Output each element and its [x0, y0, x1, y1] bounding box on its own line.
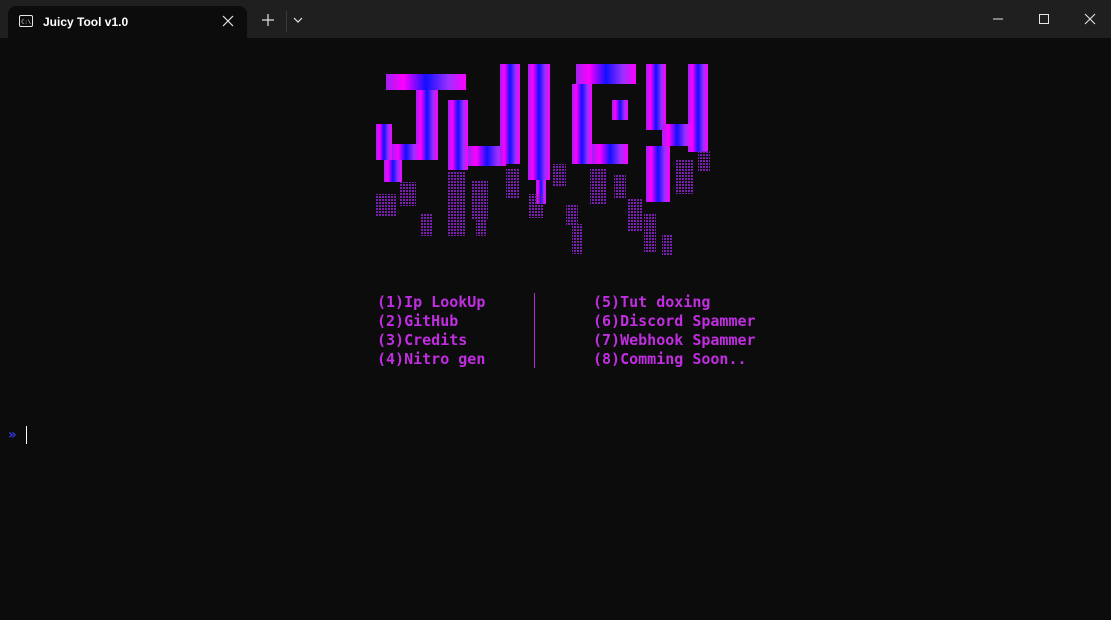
minimize-button[interactable] [975, 0, 1021, 38]
tab-juicy-tool[interactable]: C:\ Juicy Tool v1.0 [8, 6, 247, 38]
maximize-button[interactable] [1021, 0, 1067, 38]
chevron-down-icon[interactable] [292, 16, 304, 24]
main-menu: (1)Ip LookUp (2)GitHub (3)Credits (4)Nit… [377, 293, 767, 373]
terminal-icon: C:\ [19, 15, 33, 27]
menu-item-discord-spammer[interactable]: (6)Discord Spammer [593, 312, 756, 331]
menu-divider [534, 293, 535, 368]
close-icon [1084, 13, 1096, 25]
juicy-ascii-logo [376, 64, 710, 256]
menu-item-tut-doxing[interactable]: (5)Tut doxing [593, 293, 710, 312]
text-cursor[interactable] [26, 426, 27, 444]
svg-text:C:\: C:\ [21, 20, 31, 26]
terminal-area[interactable]: (1)Ip LookUp (2)GitHub (3)Credits (4)Nit… [0, 38, 1111, 620]
menu-item-nitro-gen[interactable]: (4)Nitro gen [377, 350, 485, 369]
menu-item-github[interactable]: (2)GitHub [377, 312, 458, 331]
menu-item-credits[interactable]: (3)Credits [377, 331, 467, 350]
maximize-icon [1039, 14, 1049, 24]
close-window-button[interactable] [1067, 0, 1111, 38]
tab-separator [286, 11, 287, 32]
minimize-icon [993, 18, 1003, 20]
title-bar: C:\ Juicy Tool v1.0 [0, 0, 1111, 38]
prompt-symbol: » [8, 427, 17, 443]
menu-item-ip-lookup[interactable]: (1)Ip LookUp [377, 293, 485, 312]
plus-icon[interactable] [261, 13, 275, 27]
menu-item-webhook-spammer[interactable]: (7)Webhook Spammer [593, 331, 756, 350]
menu-item-coming-soon[interactable]: (8)Comming Soon.. [593, 350, 747, 369]
tab-title: Juicy Tool v1.0 [43, 15, 129, 29]
close-icon[interactable] [221, 14, 235, 28]
